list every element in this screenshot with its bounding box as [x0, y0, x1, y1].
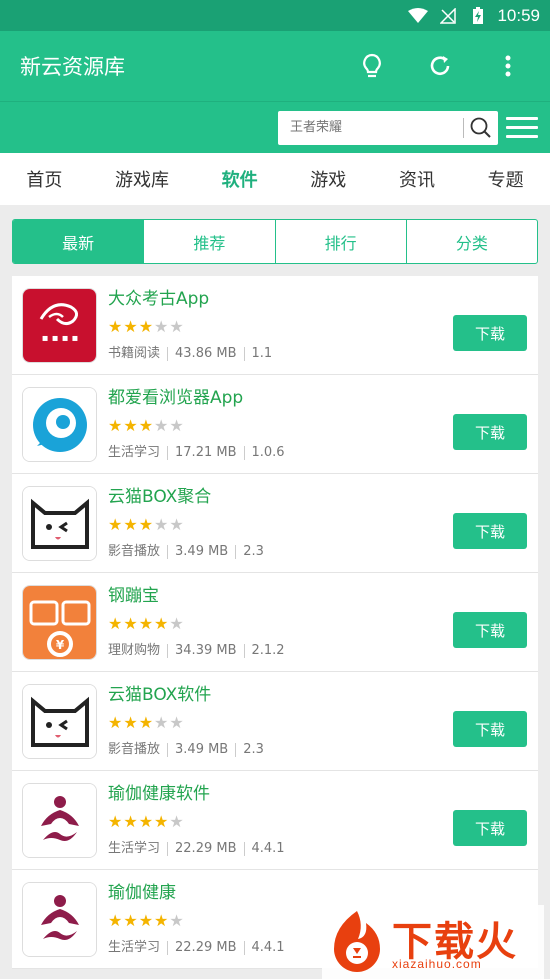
app-title: 新云资源库 — [20, 55, 125, 79]
download-button[interactable]: 下载 — [453, 513, 527, 549]
menu-icon[interactable] — [506, 112, 538, 144]
app-version: 2.1.2 — [251, 642, 285, 658]
tab-topics[interactable]: 专题 — [482, 166, 530, 192]
svg-text:▪ ▪ ▪ ▪: ▪ ▪ ▪ ▪ — [42, 333, 79, 344]
segmented-control: 最新 推荐 排行 分类 — [12, 219, 538, 264]
search-box — [278, 110, 498, 145]
list-item[interactable]: ¥ 钢蹦宝 ★★★★★ 理财购物 34.39 MB 2.1.2 下载 — [12, 573, 538, 672]
list-item[interactable]: 都爱看浏览器App ★★★★★ 生活学习 17.21 MB 1.0.6 下载 — [12, 375, 538, 474]
status-time: 10:59 — [497, 5, 540, 25]
download-button[interactable]: 下载 — [453, 711, 527, 747]
app-version: 2.3 — [243, 741, 264, 757]
app-category: 书籍阅读 — [108, 345, 161, 361]
app-version: 1.1 — [251, 345, 273, 361]
archaeology-icon: ▪ ▪ ▪ ▪ — [22, 287, 97, 363]
app-name[interactable]: 都爱看浏览器App — [108, 387, 526, 409]
nav-tabs: 首页 游戏库 软件 游戏 资讯 专题 — [0, 153, 550, 205]
app-category: 生活学习 — [108, 939, 161, 955]
app-size: 17.21 MB — [175, 444, 237, 460]
wifi-icon — [407, 7, 429, 25]
coin-icon: ¥ — [22, 584, 97, 660]
segment-ranking[interactable]: 排行 — [274, 220, 406, 263]
list-item[interactable]: 云猫BOX聚合 ★★★★★ 影音播放 3.49 MB 2.3 下载 — [12, 474, 538, 573]
app-name[interactable]: 云猫BOX聚合 — [108, 486, 526, 508]
app-name[interactable]: 云猫BOX软件 — [108, 684, 526, 706]
app-category: 影音播放 — [108, 543, 161, 559]
search-input[interactable] — [278, 110, 463, 145]
search-bar — [0, 101, 550, 153]
refresh-icon[interactable] — [418, 44, 462, 88]
app-category: 影音播放 — [108, 741, 161, 757]
list-item[interactable]: ▪ ▪ ▪ ▪ 大众考古App ★★★★★ 书籍阅读 43.86 MB 1.1 … — [12, 276, 538, 375]
no-signal-icon — [437, 7, 459, 25]
list-item[interactable]: 瑜伽健康软件 ★★★★★ 生活学习 22.29 MB 4.4.1 下载 — [12, 771, 538, 870]
more-vert-icon[interactable] — [486, 44, 530, 88]
app-category: 生活学习 — [108, 840, 161, 856]
segment-wrapper: 最新 推荐 排行 分类 — [0, 205, 550, 276]
download-button[interactable]: 下载 — [453, 315, 527, 351]
lightbulb-icon[interactable] — [350, 44, 394, 88]
app-category: 理财购物 — [108, 642, 161, 658]
app-size: 22.29 MB — [175, 939, 237, 955]
cat-box-icon — [22, 683, 97, 759]
search-icon[interactable] — [464, 111, 498, 145]
app-name[interactable]: 钢蹦宝 — [108, 585, 526, 607]
segment-latest[interactable]: 最新 — [13, 220, 144, 263]
app-bar: 新云资源库 — [0, 31, 550, 101]
flame-icon — [334, 911, 380, 972]
tab-home[interactable]: 首页 — [20, 166, 68, 192]
segment-recommended[interactable]: 推荐 — [143, 220, 274, 263]
app-size: 22.29 MB — [175, 840, 237, 856]
svg-text:¥: ¥ — [56, 638, 65, 652]
tab-games[interactable]: 游戏 — [304, 166, 352, 192]
app-category: 生活学习 — [108, 444, 161, 460]
tab-software[interactable]: 软件 — [216, 166, 264, 192]
app-version: 4.4.1 — [251, 939, 285, 955]
yoga-icon — [22, 782, 97, 858]
download-button[interactable]: 下载 — [453, 414, 527, 450]
watermark-url: xiazaihuo.com — [392, 957, 482, 971]
battery-charging-icon — [467, 6, 489, 25]
tab-news[interactable]: 资讯 — [393, 166, 441, 192]
app-version: 4.4.1 — [251, 840, 285, 856]
app-name[interactable]: 大众考古App — [108, 288, 526, 310]
app-list: ▪ ▪ ▪ ▪ 大众考古App ★★★★★ 书籍阅读 43.86 MB 1.1 … — [12, 276, 538, 969]
app-version: 2.3 — [243, 543, 264, 559]
download-button[interactable]: 下载 — [453, 810, 527, 846]
tab-game-library[interactable]: 游戏库 — [109, 166, 175, 192]
app-size: 43.86 MB — [175, 345, 237, 361]
download-button[interactable]: 下载 — [453, 612, 527, 648]
list-item[interactable]: 云猫BOX软件 ★★★★★ 影音播放 3.49 MB 2.3 下载 — [12, 672, 538, 771]
app-size: 34.39 MB — [175, 642, 237, 658]
segment-categories[interactable]: 分类 — [405, 220, 537, 263]
app-version: 1.0.6 — [251, 444, 285, 460]
app-size: 3.49 MB — [175, 543, 229, 559]
app-name[interactable]: 瑜伽健康软件 — [108, 783, 526, 805]
app-name[interactable]: 瑜伽健康 — [108, 882, 526, 904]
watermark: 下载火 xiazaihuo.com — [322, 905, 544, 979]
status-bar: 10:59 — [0, 0, 550, 31]
browser-icon — [22, 386, 97, 462]
cat-box-icon — [22, 485, 97, 561]
app-size: 3.49 MB — [175, 741, 229, 757]
yoga-icon — [22, 881, 97, 957]
